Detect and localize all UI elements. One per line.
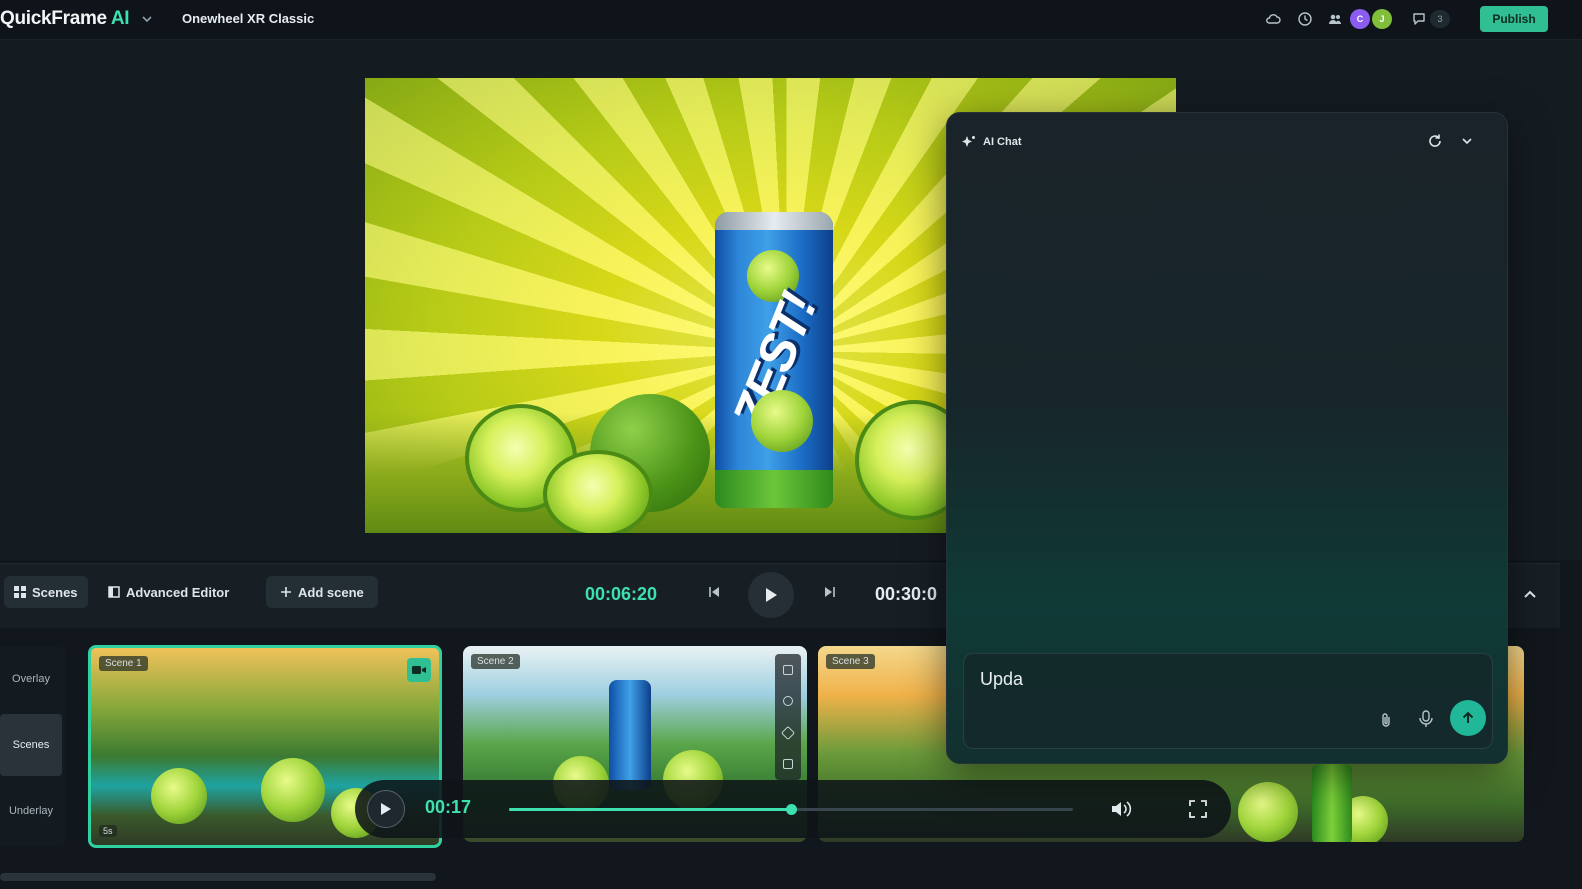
seek-bar[interactable] [509, 804, 1073, 815]
editor-icon [108, 586, 120, 598]
can-lid [715, 212, 833, 230]
scene-label: Scene 2 [471, 654, 520, 669]
play-icon [381, 803, 391, 815]
tab-label: Scenes [32, 584, 78, 600]
avatar[interactable]: J [1372, 9, 1392, 29]
brand-logo[interactable]: QuickFrame AI [0, 8, 130, 30]
chevron-up-icon[interactable] [1518, 582, 1542, 606]
current-time: 00:06:20 [585, 584, 658, 604]
video-icon[interactable] [783, 664, 793, 675]
chat-composer [963, 653, 1493, 749]
scene-lime [1238, 782, 1298, 842]
layer-tabs: Overlay Scenes Underlay [0, 646, 66, 846]
skip-forward-icon[interactable] [820, 582, 840, 602]
scene-duration: 5s [99, 825, 117, 837]
tab-scenes[interactable]: Scenes [4, 576, 88, 608]
scene-label: Scene 3 [826, 654, 875, 669]
brand-name: QuickFrame [0, 8, 107, 29]
volume-icon[interactable] [1110, 799, 1132, 819]
lime-slice [543, 450, 653, 533]
image-icon[interactable] [783, 696, 793, 707]
ai-sparkle-icon [962, 136, 975, 147]
refresh-icon[interactable] [1427, 133, 1443, 149]
chevron-down-icon[interactable] [140, 12, 154, 26]
microphone-icon[interactable] [1418, 710, 1434, 728]
top-bar: QuickFrame AI Onewheel XR Classic C J 3 P… [0, 0, 1582, 40]
skip-back-icon[interactable] [704, 582, 724, 602]
layer-tab-underlay[interactable]: Underlay [0, 780, 62, 842]
floating-player: 00:17 [355, 780, 1231, 838]
chat-title: AI Chat [983, 136, 1022, 148]
shape-icon[interactable] [780, 725, 796, 740]
can-lime-graphic [751, 390, 813, 452]
comment-count-badge: 3 [1430, 10, 1450, 28]
avatar[interactable]: C [1350, 9, 1370, 29]
tab-label: Advanced Editor [126, 584, 230, 600]
plus-icon [281, 587, 291, 597]
publish-button[interactable]: Publish [1480, 6, 1548, 32]
text-icon[interactable] [783, 759, 793, 770]
can-base [715, 470, 833, 508]
scene-lime [151, 768, 207, 824]
project-title[interactable]: Onewheel XR Classic [182, 11, 314, 26]
grid-icon [14, 586, 26, 598]
scene-label: Scene 1 [99, 656, 148, 671]
video-camera-icon[interactable] [407, 658, 431, 682]
play-button[interactable] [748, 572, 794, 618]
chevron-down-icon[interactable] [1459, 133, 1475, 149]
comment-icon[interactable] [1410, 10, 1428, 28]
play-icon [766, 588, 777, 602]
add-scene-label: Add scene [298, 584, 364, 600]
ai-chat-panel: AI Chat [946, 112, 1508, 764]
scene-toolbar [775, 654, 801, 780]
paperclip-icon[interactable] [1378, 712, 1394, 728]
chat-input[interactable] [980, 666, 1380, 692]
layer-tab-overlay[interactable]: Overlay [0, 648, 62, 710]
users-icon[interactable] [1326, 10, 1344, 28]
send-button[interactable] [1450, 700, 1486, 736]
scene-can [1312, 764, 1352, 842]
player-time: 00:17 [425, 797, 472, 817]
scene-can [609, 680, 651, 790]
fullscreen-icon[interactable] [1188, 799, 1208, 819]
seek-progress [509, 808, 791, 811]
history-icon[interactable] [1296, 10, 1314, 28]
brand-suffix: AI [110, 8, 130, 29]
layer-tab-scenes[interactable]: Scenes [0, 714, 62, 776]
timeline-scrollbar[interactable] [0, 873, 436, 881]
cloud-icon[interactable] [1264, 10, 1282, 28]
seek-handle[interactable] [786, 804, 797, 815]
player-play-button[interactable] [367, 790, 405, 828]
add-scene-button[interactable]: Add scene [266, 576, 378, 608]
total-time: 00:30:0 [875, 584, 938, 604]
scene-lime [261, 758, 325, 822]
arrow-up-icon [1462, 711, 1474, 723]
tab-advanced-editor[interactable]: Advanced Editor [98, 576, 239, 608]
product-can: ZEST! [715, 212, 833, 508]
